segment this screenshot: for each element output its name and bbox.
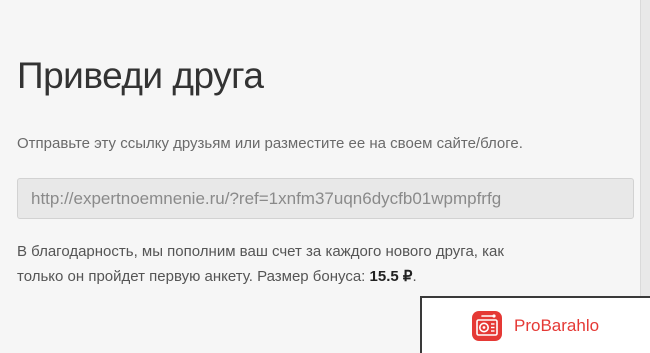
bonus-line-2: только он пройдет первую анкету. Размер … [17, 264, 627, 289]
radio-icon [472, 311, 502, 341]
bonus-line-end: . [412, 268, 417, 285]
bonus-line-1: В благодарность, мы пополним ваш счет за… [17, 243, 504, 260]
bonus-amount: 15.5 ₽ [369, 268, 413, 285]
watermark-text: ProBarahlo [514, 316, 600, 335]
page-title: Приведи друга [17, 55, 264, 96]
referral-link-field[interactable] [17, 178, 634, 219]
bonus-description: В благодарность, мы пополним ваш счет за… [17, 239, 627, 289]
bonus-line-2-text: только он пройдет первую анкету. Размер … [17, 268, 370, 285]
watermark-badge: ProBarahlo [420, 296, 650, 353]
instructions-text: Отправьте эту ссылку друзьям или размест… [17, 135, 523, 152]
